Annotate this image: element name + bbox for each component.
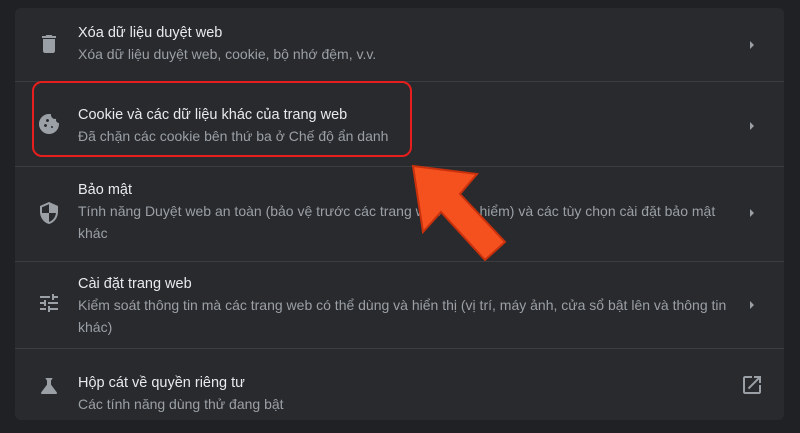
row-subtitle: Đã chặn các cookie bên thứ ba ở Chế độ ẩ… bbox=[78, 128, 389, 144]
row-title: Hộp cát về quyền riêng tư bbox=[78, 375, 245, 391]
chevron-right-icon bbox=[744, 37, 760, 53]
shield-icon bbox=[37, 201, 61, 225]
clear-browsing-data-row[interactable]: Xóa dữ liệu duyệt web Xóa dữ liệu duyệt … bbox=[15, 8, 784, 81]
privacy-settings-card: Xóa dữ liệu duyệt web Xóa dữ liệu duyệt … bbox=[15, 8, 784, 420]
open-in-new-icon[interactable] bbox=[740, 373, 764, 397]
privacy-sandbox-row[interactable]: Hộp cát về quyền riêng tư Các tính năng … bbox=[15, 348, 784, 420]
cookies-site-data-row[interactable]: Cookie và các dữ liệu khác của trang web… bbox=[15, 81, 784, 166]
row-title: Bảo mật bbox=[78, 182, 132, 198]
row-title: Xóa dữ liệu duyệt web bbox=[78, 25, 223, 41]
security-row[interactable]: Bảo mật Tính năng Duyệt web an toàn (bảo… bbox=[15, 166, 784, 261]
flask-icon bbox=[37, 374, 61, 398]
cookie-icon bbox=[37, 112, 61, 136]
row-title: Cookie và các dữ liệu khác của trang web bbox=[78, 107, 348, 123]
chevron-right-icon bbox=[744, 297, 760, 313]
tune-icon bbox=[37, 291, 61, 315]
row-subtitle: Kiểm soát thông tin mà các trang web có … bbox=[78, 297, 727, 335]
chevron-right-icon bbox=[744, 205, 760, 221]
row-subtitle: Tính năng Duyệt web an toàn (bảo vệ trướ… bbox=[78, 203, 716, 241]
trash-icon bbox=[37, 32, 61, 56]
chevron-right-icon bbox=[744, 118, 760, 134]
row-title: Cài đặt trang web bbox=[78, 276, 192, 292]
site-settings-row[interactable]: Cài đặt trang web Kiểm soát thông tin mà… bbox=[15, 261, 784, 348]
row-subtitle: Các tính năng dùng thử đang bật bbox=[78, 396, 284, 412]
row-subtitle: Xóa dữ liệu duyệt web, cookie, bộ nhớ đệ… bbox=[78, 46, 377, 62]
